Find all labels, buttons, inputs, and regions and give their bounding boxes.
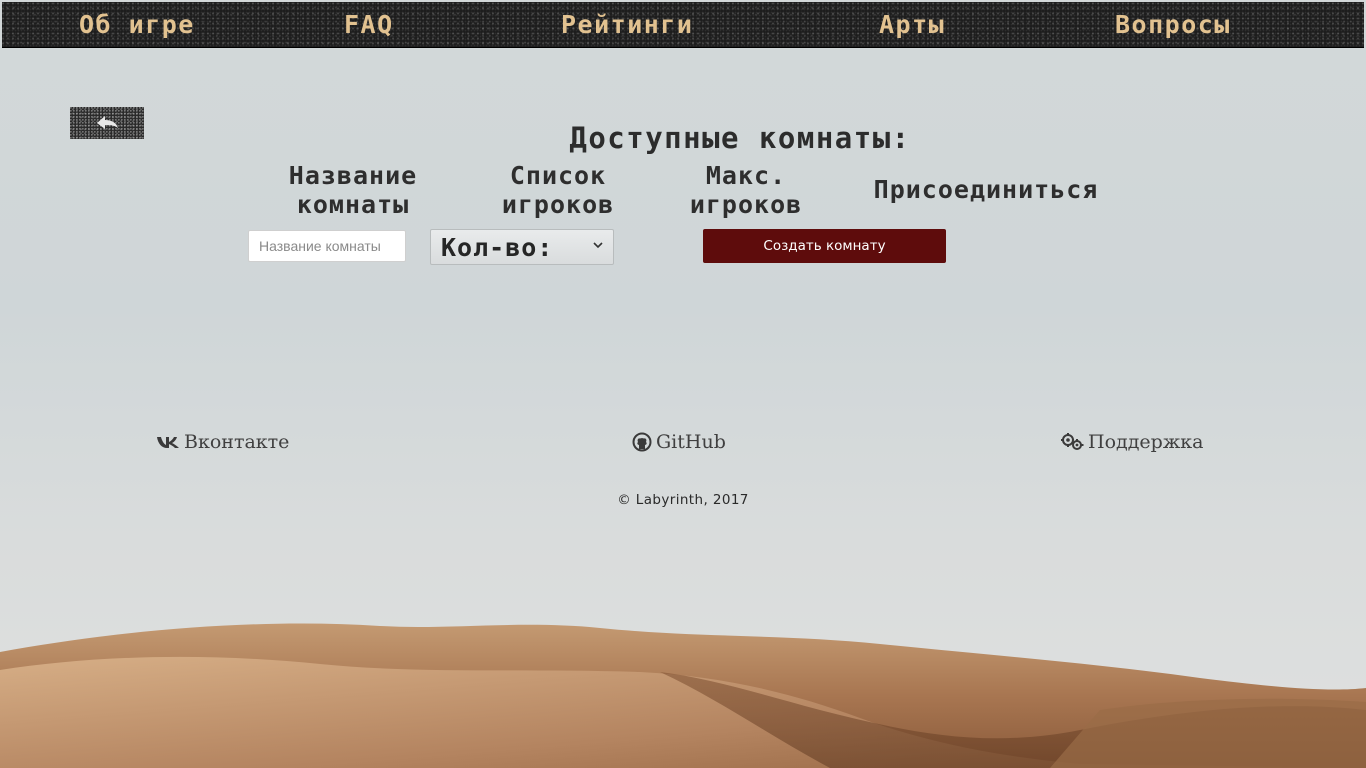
- footer-link-label: GitHub: [656, 431, 726, 453]
- chevron-down-icon: [593, 242, 603, 249]
- desert-dunes-background: [0, 623, 1366, 768]
- column-header-line: Список: [509, 161, 607, 190]
- column-header-line: Присоединиться: [873, 175, 1099, 204]
- column-header-line: комнаты: [296, 190, 410, 219]
- create-room-button[interactable]: Создать комнату: [703, 229, 946, 263]
- column-header-line: игроков: [689, 190, 803, 219]
- vk-icon: [156, 435, 180, 449]
- column-header-line: игроков: [501, 190, 615, 219]
- player-count-selected-value: Кол-во:: [441, 232, 554, 262]
- top-nav: Об игре FAQ Рейтинги Арты Вопросы: [2, 2, 1364, 48]
- footer-link-vk[interactable]: Вконтакте: [156, 430, 289, 454]
- nav-item-questions[interactable]: Вопросы: [1115, 11, 1231, 39]
- column-header-max-players: Макс. игроков: [668, 161, 824, 219]
- footer-link-github[interactable]: GitHub: [632, 430, 726, 454]
- footer-link-label: Поддержка: [1088, 431, 1204, 453]
- page-title: Доступные комнаты:: [569, 121, 911, 155]
- column-header-join: Присоединиться: [838, 175, 1134, 204]
- column-header-player-list: Список игроков: [482, 161, 634, 219]
- column-header-room-name: Название комнаты: [268, 161, 438, 219]
- copyright-text: © Labyrinth, 2017: [617, 492, 749, 508]
- column-header-line: Макс.: [705, 161, 787, 190]
- nav-item-about-game[interactable]: Об игре: [79, 11, 195, 39]
- github-icon: [632, 432, 652, 452]
- column-header-line: Название: [288, 161, 418, 190]
- nav-item-ratings[interactable]: Рейтинги: [561, 11, 693, 39]
- support-icon: [1060, 432, 1084, 452]
- room-name-input[interactable]: [248, 230, 406, 262]
- player-count-select[interactable]: Кол-во:: [430, 229, 614, 265]
- nav-item-arts[interactable]: Арты: [879, 11, 945, 39]
- nav-item-faq[interactable]: FAQ: [344, 11, 394, 39]
- footer-link-support[interactable]: Поддержка: [1060, 430, 1204, 454]
- footer-link-label: Вконтакте: [184, 431, 290, 453]
